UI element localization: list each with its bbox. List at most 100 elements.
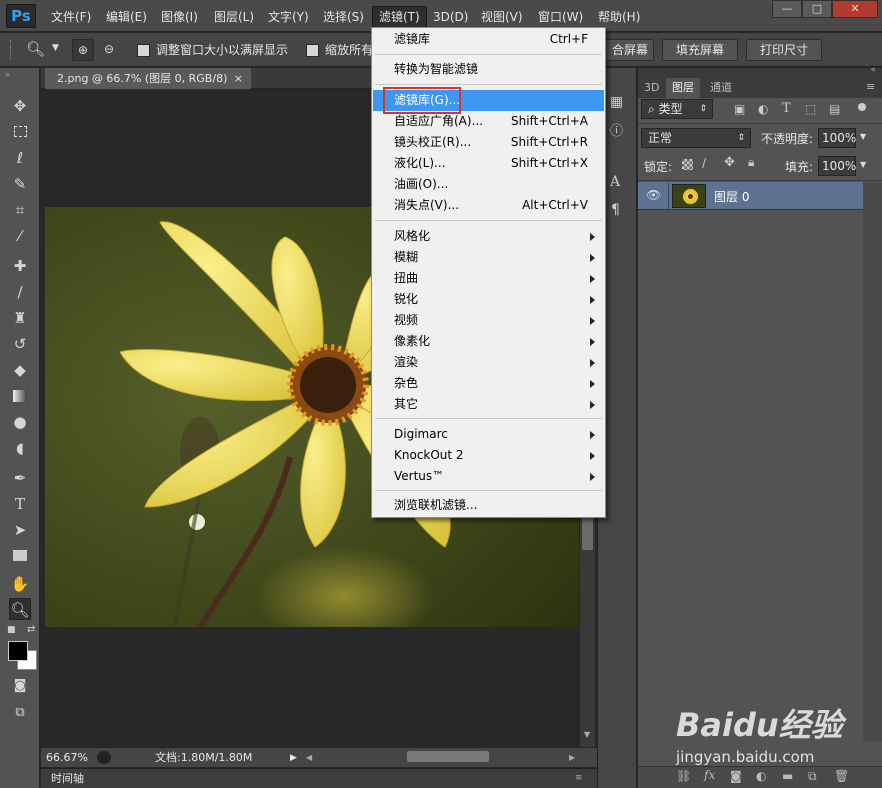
menu-select[interactable]: 选择(S) (323, 6, 364, 28)
status-menu-arrow-icon[interactable]: ▶ (290, 749, 297, 767)
zoom-tool-icon[interactable]: 🔍︎ (26, 40, 45, 58)
path-select-icon[interactable]: ➤ (9, 519, 31, 541)
eyedropper-tool-icon[interactable]: ⁄ (9, 225, 31, 247)
collapse-icon[interactable]: » (5, 70, 10, 79)
healing-brush-icon[interactable]: ✚ (9, 255, 31, 277)
layer-style-icon[interactable]: fx (704, 768, 715, 782)
menu-item-other[interactable]: 其它 (373, 394, 604, 415)
scroll-down-icon[interactable]: ▼ (584, 730, 590, 739)
menu-image[interactable]: 图像(I) (161, 6, 198, 28)
history-brush-icon[interactable]: ↺ (9, 333, 31, 355)
filter-toggle-icon[interactable] (856, 101, 868, 113)
menu-item-pixelate[interactable]: 像素化 (373, 331, 604, 352)
screen-mode-icon[interactable]: ⧉ (9, 702, 31, 724)
chevron-down-icon[interactable]: ▼ (52, 43, 59, 53)
eye-icon[interactable]: 👁︎ (646, 188, 661, 202)
menu-type[interactable]: 文字(Y) (268, 6, 309, 28)
menu-item-last-filter[interactable]: 滤镜库 Ctrl+F (373, 29, 604, 50)
layers-scrollbar[interactable] (863, 182, 882, 742)
menu-3d[interactable]: 3D(D) (433, 6, 468, 28)
menu-file[interactable]: 文件(F) (51, 6, 91, 28)
zoom-level[interactable]: 66.67% (46, 749, 88, 767)
menu-item-oil-paint[interactable]: 油画(O)... (373, 174, 604, 195)
minimize-button[interactable]: — (772, 0, 802, 18)
gradient-tool-icon[interactable] (9, 385, 31, 407)
pen-tool-icon[interactable]: ✒ (9, 467, 31, 489)
menu-item-distort[interactable]: 扭曲 (373, 268, 604, 289)
new-layer-icon[interactable]: ⧉ (808, 769, 817, 784)
menu-item-knockout[interactable]: KnockOut 2 (373, 445, 604, 466)
lasso-tool-icon[interactable]: ℓ (9, 147, 31, 169)
menu-item-stylize[interactable]: 风格化 (373, 226, 604, 247)
rectangle-tool-icon[interactable] (9, 545, 31, 567)
layer-name[interactable]: 图层 0 (714, 188, 749, 205)
menu-item-render[interactable]: 渲染 (373, 352, 604, 373)
menu-item-vanishing-point[interactable]: 消失点(V)... Alt+Ctrl+V (373, 195, 604, 216)
timeline-panel-tab[interactable]: 时间轴 ≡ (41, 768, 597, 788)
layer-filter-select[interactable]: ⌕ 类型 ⇕ (641, 99, 713, 119)
menu-edit[interactable]: 编辑(E) (106, 6, 147, 28)
menu-layer[interactable]: 图层(L) (214, 6, 254, 28)
resize-window-checkbox[interactable] (137, 44, 150, 57)
blur-tool-icon[interactable]: ● (9, 411, 31, 433)
collapse-panels-icon[interactable]: « (870, 65, 876, 75)
character-icon[interactable]: A (610, 174, 620, 190)
menu-item-lens-correction[interactable]: 镜头校正(R)... Shift+Ctrl+R (373, 132, 604, 153)
filter-smart-object-icon[interactable]: ▤ (829, 102, 840, 116)
filter-type-icon[interactable]: T (782, 101, 791, 116)
delete-layer-icon[interactable]: 🗑︎ (834, 769, 849, 783)
type-tool-icon[interactable]: T (9, 493, 31, 515)
menu-item-convert-smart-filters[interactable]: 转换为智能滤镜 (373, 59, 604, 80)
lock-transparent-icon[interactable] (682, 159, 693, 170)
new-group-icon[interactable]: ▬ (782, 769, 793, 783)
tab-3d[interactable]: 3D (638, 78, 665, 98)
print-size-button[interactable]: 打印尺寸 (746, 39, 822, 61)
dodge-tool-icon[interactable]: ◖ (9, 437, 31, 459)
fill-input[interactable]: 100% (818, 156, 856, 176)
menu-window[interactable]: 窗口(W) (538, 6, 583, 28)
close-button[interactable]: ✕ (832, 0, 878, 18)
paragraph-icon[interactable]: ¶ (611, 202, 620, 218)
document-tab[interactable]: 2.png @ 66.7% (图层 0, RGB/8) × (45, 68, 251, 89)
menu-filter[interactable]: 滤镜(T) (372, 6, 427, 28)
menu-item-blur[interactable]: 模糊 (373, 247, 604, 268)
quick-select-tool-icon[interactable]: ✎ (9, 173, 31, 195)
layer-row[interactable]: 👁︎ 图层 0 (638, 182, 863, 210)
zoom-all-checkbox[interactable] (306, 44, 319, 57)
tab-layers[interactable]: 图层 (666, 78, 700, 98)
menu-item-sharpen[interactable]: 锐化 (373, 289, 604, 310)
stamp-tool-icon[interactable]: ♜ (9, 307, 31, 329)
marquee-tool-icon[interactable] (9, 121, 31, 143)
menu-item-video[interactable]: 视频 (373, 310, 604, 331)
fill-screen-button[interactable]: 填充屏幕 (662, 39, 738, 61)
chevron-down-icon[interactable]: ▼ (860, 160, 866, 169)
menu-item-browse-filters-online[interactable]: 浏览联机滤镜... (373, 495, 604, 516)
chevron-down-icon[interactable]: ▼ (860, 132, 866, 141)
adjustments-icon[interactable]: ⓘ (610, 120, 623, 139)
info-icon[interactable] (97, 751, 111, 764)
eraser-tool-icon[interactable]: ◆ (9, 359, 31, 381)
lock-pixels-icon[interactable]: ∕ (702, 156, 706, 170)
filter-shape-icon[interactable]: ⬚ (805, 102, 816, 116)
quick-mask-icon[interactable]: ◙ (9, 675, 31, 697)
scroll-right-icon[interactable]: ▶ (569, 749, 575, 767)
default-colors-icon[interactable]: ■ (7, 625, 16, 635)
menu-item-noise[interactable]: 杂色 (373, 373, 604, 394)
zoom-in-icon[interactable]: ⊕ (72, 39, 94, 61)
foreground-color-swatch[interactable] (8, 641, 28, 661)
adjustment-layer-icon[interactable]: ◐ (756, 769, 766, 783)
brush-tool-icon[interactable]: ∕ (9, 281, 31, 303)
hand-tool-icon[interactable]: ✋ (9, 573, 31, 595)
filter-adjustment-icon[interactable]: ◐ (758, 102, 768, 116)
histogram-icon[interactable]: ▦ (610, 94, 623, 110)
lock-position-icon[interactable]: ✥ (724, 155, 735, 170)
menu-item-liquify[interactable]: 液化(L)... Shift+Ctrl+X (373, 153, 604, 174)
panel-menu-icon[interactable]: ≡ (575, 769, 583, 788)
add-mask-icon[interactable]: ◙ (730, 769, 742, 783)
horizontal-scroll-thumb[interactable] (407, 751, 489, 762)
close-tab-icon[interactable]: × (234, 68, 243, 89)
scroll-left-icon[interactable]: ◀ (306, 749, 312, 767)
zoom-tool-icon[interactable]: 🔍︎ (9, 598, 31, 620)
menu-item-adaptive-wide-angle[interactable]: 自适应广角(A)... Shift+Ctrl+A (373, 111, 604, 132)
zoom-out-icon[interactable]: ⊖ (98, 39, 120, 61)
